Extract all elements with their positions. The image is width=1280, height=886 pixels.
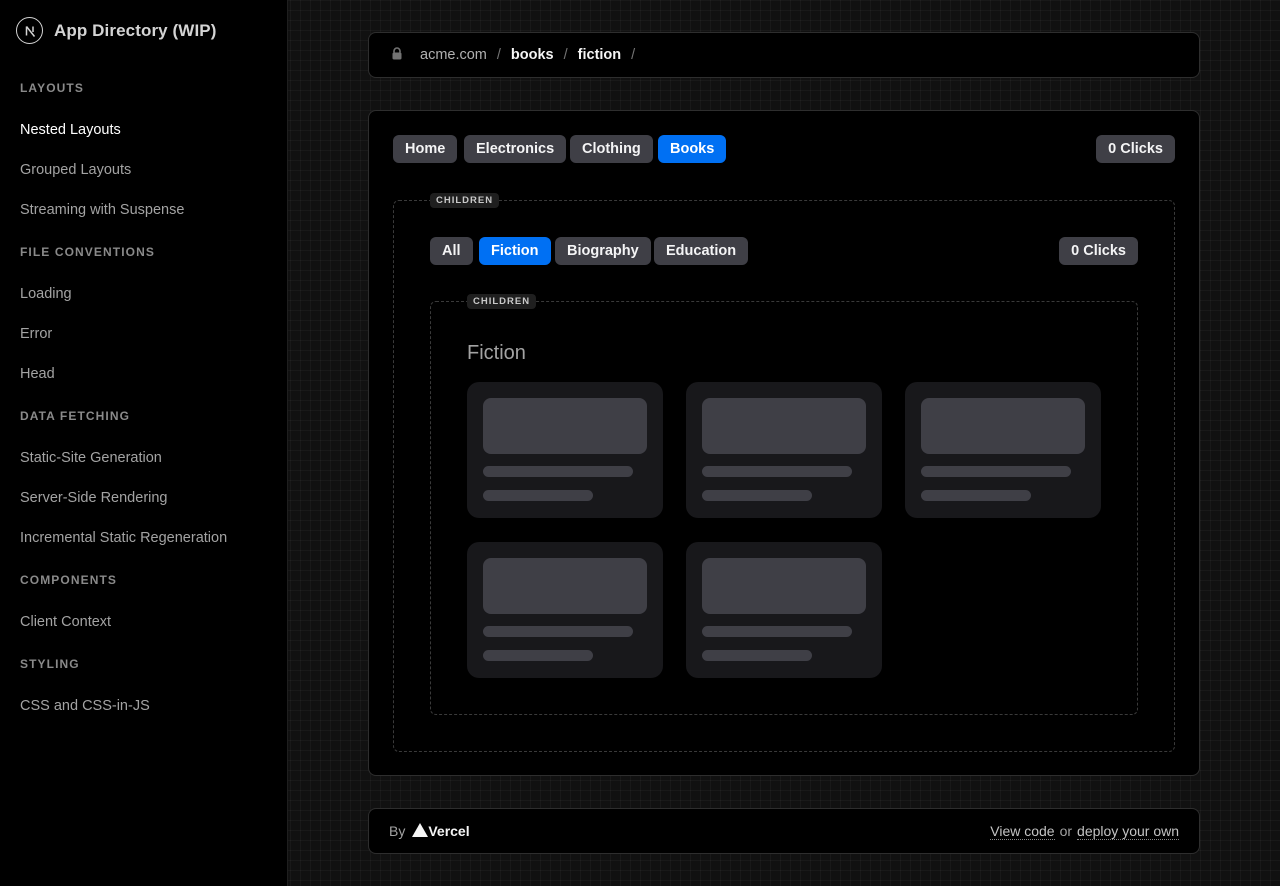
nav-item-nested-layouts[interactable]: Nested Layouts — [20, 110, 184, 150]
nav-item-grouped-layouts[interactable]: Grouped Layouts — [20, 150, 184, 190]
breadcrumb-domain[interactable]: acme.com — [420, 47, 487, 63]
skeleton-line — [921, 466, 1071, 477]
skeleton-card — [686, 542, 882, 678]
nav-section-layouts: LAYOUTS Nested Layouts Grouped Layouts S… — [20, 81, 184, 230]
tab-clothing[interactable]: Clothing — [570, 135, 653, 163]
skeleton-card — [467, 382, 663, 518]
nav-item-loading[interactable]: Loading — [20, 274, 155, 314]
lock-icon — [391, 46, 403, 64]
by-label: By — [389, 823, 406, 839]
nav-heading: DATA FETCHING — [20, 409, 131, 423]
skeleton-line — [702, 650, 812, 661]
skeleton-card — [686, 382, 882, 518]
breadcrumb-separator: / — [496, 47, 501, 63]
nav-item-client-context[interactable]: Client Context — [20, 602, 117, 642]
tab-home[interactable]: Home — [393, 135, 458, 163]
tab-books[interactable]: Books — [658, 135, 727, 163]
breadcrumb-books[interactable]: books — [511, 47, 554, 63]
or-label: or — [1059, 823, 1073, 839]
deploy-link[interactable]: deploy your own — [1077, 823, 1179, 840]
brand[interactable]: App Directory (WIP) — [16, 17, 216, 44]
nested-clicks-counter-button[interactable]: 0 Clicks — [1059, 237, 1138, 265]
children-slot: CHILDREN All Fiction Biography Education… — [393, 193, 1175, 752]
nav-item-error[interactable]: Error — [20, 314, 155, 354]
tab-electronics[interactable]: Electronics — [464, 135, 567, 163]
nav-item-streaming-with-suspense[interactable]: Streaming with Suspense — [20, 190, 184, 230]
nested-children-slot: CHILDREN Fiction — [430, 294, 1138, 715]
nav-item-incremental-static-regeneration[interactable]: Incremental Static Regeneration — [20, 518, 227, 558]
nav-section-file-conventions: FILE CONVENTIONS Loading Error Head — [20, 245, 155, 394]
tab-education[interactable]: Education — [654, 237, 749, 265]
nav-section-data-fetching: DATA FETCHING Static-Site Generation Ser… — [20, 409, 227, 558]
skeleton-line — [702, 490, 812, 501]
skeleton-line — [483, 650, 593, 661]
nav-item-static-site-generation[interactable]: Static-Site Generation — [20, 438, 227, 478]
tab-fiction[interactable]: Fiction — [479, 237, 551, 265]
skeleton-line — [483, 490, 593, 501]
skeleton-card — [467, 542, 663, 678]
sidebar: App Directory (WIP) LAYOUTS Nested Layou… — [0, 0, 288, 886]
vercel-triangle-icon — [412, 822, 429, 840]
nav-item-server-side-rendering[interactable]: Server-Side Rendering — [20, 478, 227, 518]
footer-links: View code or deploy your own — [990, 809, 1179, 853]
breadcrumb-separator: / — [563, 47, 568, 63]
app-title: App Directory (WIP) — [54, 20, 217, 40]
nav-section-components: COMPONENTS Client Context — [20, 573, 117, 642]
nav-heading: COMPONENTS — [20, 573, 118, 587]
skeleton-line — [483, 626, 633, 637]
section-title: Fiction — [467, 342, 526, 364]
skeleton-image — [702, 558, 866, 614]
nav-heading: FILE CONVENTIONS — [20, 245, 155, 259]
skeleton-image — [702, 398, 866, 454]
nav-heading: LAYOUTS — [20, 81, 84, 95]
breadcrumb-fiction[interactable]: fiction — [578, 47, 622, 63]
vercel-wordmark: Vercel — [428, 823, 470, 839]
skeleton-line — [702, 626, 852, 637]
vercel-logo[interactable]: Vercel — [412, 822, 470, 840]
nav-item-head[interactable]: Head — [20, 354, 155, 394]
address-bar: acme.com / books / fiction / — [368, 32, 1200, 78]
skeleton-image — [921, 398, 1085, 454]
nav-heading: STYLING — [20, 657, 80, 671]
skeleton-line — [702, 466, 852, 477]
view-code-link[interactable]: View code — [990, 823, 1055, 840]
skeleton-line — [921, 490, 1031, 501]
footer-byline: By Vercel — [389, 809, 470, 853]
skeleton-image — [483, 398, 647, 454]
nextjs-logo-icon — [16, 17, 43, 44]
nested-children-label: CHILDREN — [467, 294, 537, 309]
breadcrumb-separator: / — [631, 47, 636, 63]
nav-item-css-and-css-in-js[interactable]: CSS and CSS-in-JS — [20, 686, 150, 726]
footer: By Vercel View code or deploy your own — [368, 808, 1200, 854]
tab-biography[interactable]: Biography — [555, 237, 651, 265]
nav-section-styling: STYLING CSS and CSS-in-JS — [20, 657, 150, 726]
skeleton-line — [483, 466, 633, 477]
tab-all[interactable]: All — [430, 237, 473, 265]
layout-card: Home Electronics Clothing Books 0 Clicks… — [368, 110, 1200, 776]
clicks-counter-button[interactable]: 0 Clicks — [1096, 135, 1175, 163]
skeleton-image — [483, 558, 647, 614]
skeleton-card — [905, 382, 1101, 518]
children-label: CHILDREN — [430, 193, 500, 208]
